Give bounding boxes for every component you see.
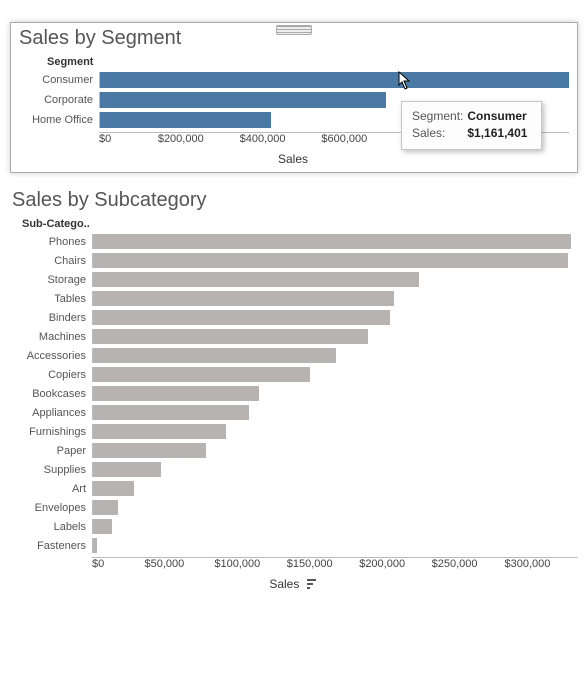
bar-row[interactable]: Appliances — [10, 403, 578, 422]
category-label: Envelopes — [10, 502, 92, 514]
bar-row[interactable]: Storage — [10, 270, 578, 289]
category-label: Tables — [10, 293, 92, 305]
category-label: Bookcases — [10, 388, 92, 400]
category-label: Fasteners — [10, 540, 92, 552]
category-label: Appliances — [10, 407, 92, 419]
chart-sales-by-segment[interactable]: Sales by Segment Segment Consumer Corpor… — [10, 22, 578, 173]
y-axis-title: Segment — [47, 56, 569, 68]
category-label: Corporate — [17, 94, 99, 106]
x-tick: $400,000 — [240, 133, 286, 145]
x-tick: $300,000 — [505, 558, 551, 570]
tooltip-sales-label: Sales: — [412, 125, 467, 142]
category-label: Copiers — [10, 369, 92, 381]
bar-row-consumer[interactable]: Consumer — [17, 70, 569, 90]
category-label: Machines — [10, 331, 92, 343]
bar-row[interactable]: Fasteners — [10, 536, 578, 555]
tooltip-segment-value: Consumer — [467, 109, 526, 123]
x-axis: $0 $50,000 $100,000 $150,000 $200,000 $2… — [10, 557, 578, 575]
category-label: Accessories — [10, 350, 92, 362]
chart-sales-by-subcategory[interactable]: Sales by Subcategory Sub-Catego.. Phones… — [10, 189, 578, 592]
x-axis-label: Sales — [17, 152, 569, 166]
tooltip-sales-value: $1,161,401 — [467, 126, 527, 140]
y-axis-title: Sub-Catego.. — [22, 218, 578, 230]
bar-row[interactable]: Phones — [10, 232, 578, 251]
x-tick: $600,000 — [321, 133, 367, 145]
category-label: Home Office — [17, 114, 99, 126]
x-tick: $0 — [92, 558, 104, 570]
x-axis-label: Sales — [10, 577, 578, 592]
bar-row[interactable]: Machines — [10, 327, 578, 346]
bar-row[interactable]: Supplies — [10, 460, 578, 479]
bar-row[interactable]: Copiers — [10, 365, 578, 384]
category-label: Binders — [10, 312, 92, 324]
x-tick: $200,000 — [158, 133, 204, 145]
category-label: Chairs — [10, 255, 92, 267]
tooltip-segment-label: Segment: — [412, 108, 467, 125]
category-label: Labels — [10, 521, 92, 533]
category-label: Phones — [10, 236, 92, 248]
bar-row[interactable]: Tables — [10, 289, 578, 308]
x-tick: $100,000 — [214, 558, 260, 570]
bar-row[interactable]: Binders — [10, 308, 578, 327]
bar-row[interactable]: Labels — [10, 517, 578, 536]
x-tick: $200,000 — [359, 558, 405, 570]
bar-row[interactable]: Envelopes — [10, 498, 578, 517]
bar-row[interactable]: Accessories — [10, 346, 578, 365]
tooltip: Segment: Consumer Sales: $1,161,401 — [401, 101, 542, 150]
category-label: Art — [10, 483, 92, 495]
bar-row[interactable]: Art — [10, 479, 578, 498]
bar-row[interactable]: Bookcases — [10, 384, 578, 403]
chart-body: Phones Chairs Storage Tables Binders Mac… — [10, 232, 578, 592]
category-label: Furnishings — [10, 426, 92, 438]
bar-row[interactable]: Chairs — [10, 251, 578, 270]
x-tick: $50,000 — [145, 558, 185, 570]
bar-row[interactable]: Paper — [10, 441, 578, 460]
x-tick: $0 — [99, 133, 111, 145]
category-label: Storage — [10, 274, 92, 286]
bar-row[interactable]: Furnishings — [10, 422, 578, 441]
category-label: Consumer — [17, 74, 99, 86]
chart-title: Sales by Subcategory — [12, 189, 578, 212]
chart-title: Sales by Segment — [19, 27, 569, 50]
x-tick: $150,000 — [287, 558, 333, 570]
x-tick: $250,000 — [432, 558, 478, 570]
category-label: Supplies — [10, 464, 92, 476]
sort-descending-icon — [307, 578, 319, 592]
category-label: Paper — [10, 445, 92, 457]
